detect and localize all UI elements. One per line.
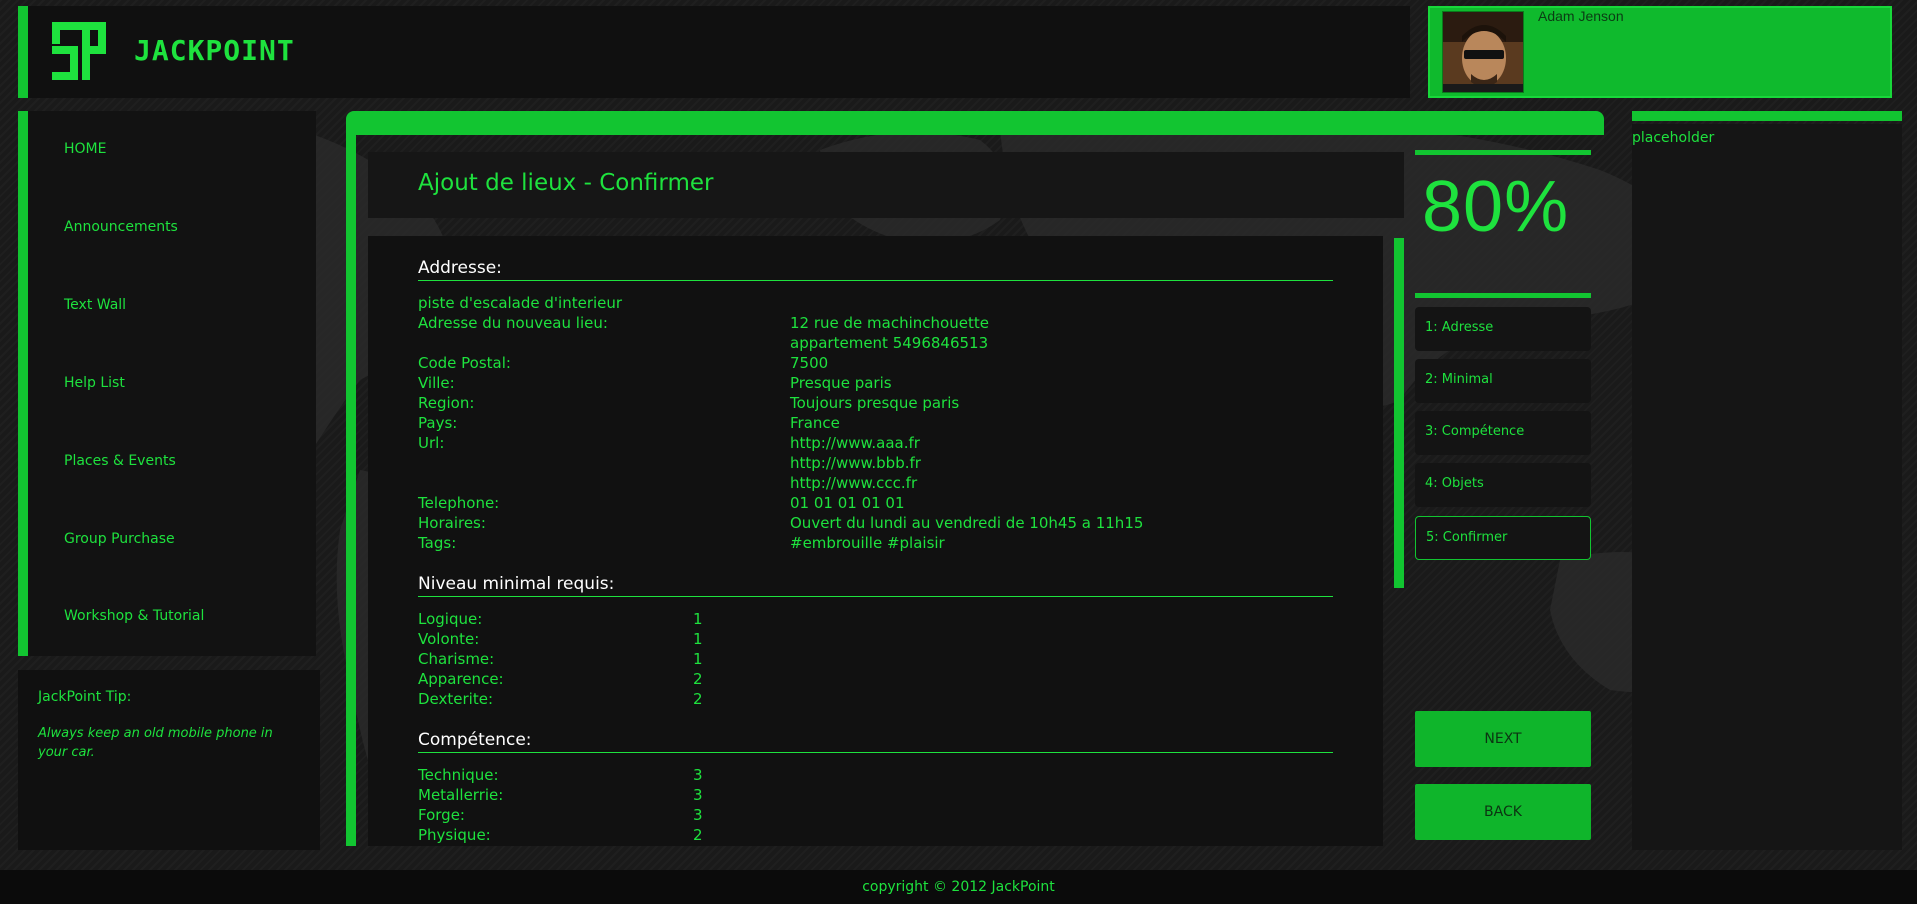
- field-label: Url:: [418, 434, 445, 452]
- right-column: [1632, 124, 1902, 850]
- back-button[interactable]: BACK: [1415, 784, 1591, 840]
- field-value: appartement 5496846513: [790, 334, 989, 352]
- section-title-niveau: Niveau minimal requis:: [418, 574, 1333, 597]
- copyright-text: copyright © 2012 JackPoint: [862, 879, 1055, 895]
- sidebar-item-workshop-tutorial[interactable]: Workshop & Tutorial: [64, 608, 204, 624]
- field-value: 1: [693, 650, 703, 668]
- field-value: 12 rue de machinchouette: [790, 314, 989, 332]
- sidebar-item-announcements[interactable]: Announcements: [64, 219, 178, 235]
- right-column-top-bar: [1632, 111, 1902, 121]
- field-label: Apparence:: [418, 670, 504, 688]
- jackpoint-logo-icon[interactable]: [52, 22, 106, 80]
- field-label: Logique:: [418, 610, 483, 628]
- avatar-portrait-icon: [1443, 12, 1523, 92]
- field-label: Volonte:: [418, 630, 480, 648]
- field-label: Technique:: [418, 766, 499, 784]
- field-value: France: [790, 414, 840, 432]
- field-label: Forge:: [418, 806, 465, 824]
- logo-text[interactable]: JACKPOINT: [134, 34, 295, 67]
- sidebar-nav: HOME Announcements Text Wall Help List P…: [18, 111, 316, 656]
- avatar[interactable]: [1442, 11, 1524, 93]
- confirmation-content[interactable]: Addresse: piste d'escalade d'interieur A…: [368, 236, 1383, 846]
- field-value: 01 01 01 01 01: [790, 494, 905, 512]
- tip-title: JackPoint Tip:: [38, 689, 132, 705]
- placeholder-text: placeholder: [1632, 130, 1715, 146]
- field-value: 3: [693, 766, 703, 784]
- field-label: Dexterite:: [418, 690, 493, 708]
- step-confirmer[interactable]: 5: Confirmer: [1415, 516, 1591, 560]
- step-objets[interactable]: 4: Objets: [1415, 463, 1591, 507]
- field-value: Toujours presque paris: [790, 394, 960, 412]
- url-link[interactable]: http://www.ccc.fr: [790, 474, 917, 492]
- progress-rule-bottom: [1415, 293, 1591, 298]
- field-value: 7500: [790, 354, 829, 372]
- field-label: Pays:: [418, 414, 458, 432]
- field-label: Ville:: [418, 374, 455, 392]
- field-value: 1: [693, 630, 703, 648]
- url-link[interactable]: http://www.bbb.fr: [790, 454, 921, 472]
- field-label: Metallerrie:: [418, 786, 504, 804]
- content-scrollbar[interactable]: [1394, 238, 1404, 588]
- page-title: Ajout de lieux - Confirmer: [418, 170, 714, 196]
- step-minimal[interactable]: 2: Minimal: [1415, 359, 1591, 403]
- url-link[interactable]: http://www.aaa.fr: [790, 434, 920, 452]
- field-value: 2: [693, 670, 703, 688]
- field-label: Code Postal:: [418, 354, 511, 372]
- step-competence[interactable]: 3: Compétence: [1415, 411, 1591, 455]
- field-value: Ouvert du lundi au vendredi de 10h45 a 1…: [790, 514, 1144, 532]
- sidebar-item-places-events[interactable]: Places & Events: [64, 453, 176, 469]
- field-value: 3: [693, 806, 703, 824]
- user-name[interactable]: Adam Jenson: [1538, 8, 1624, 24]
- place-name: piste d'escalade d'interieur: [418, 294, 623, 312]
- field-value: 1: [693, 610, 703, 628]
- step-adresse[interactable]: 1: Adresse: [1415, 307, 1591, 351]
- sidebar-item-help-list[interactable]: Help List: [64, 375, 125, 391]
- sidebar-item-home[interactable]: HOME: [64, 141, 106, 157]
- field-label: Charisme:: [418, 650, 495, 668]
- progress-percent: 80%: [1422, 167, 1570, 247]
- field-label: Telephone:: [418, 494, 500, 512]
- field-label: Horaires:: [418, 514, 486, 532]
- field-value: 2: [693, 826, 703, 844]
- sidebar-item-text-wall[interactable]: Text Wall: [64, 297, 126, 313]
- field-value: #embrouille #plaisir: [790, 534, 945, 552]
- field-label: Physique:: [418, 826, 491, 844]
- field-value: Presque paris: [790, 374, 892, 392]
- section-title-competence: Compétence:: [418, 730, 1333, 753]
- section-title-address: Addresse:: [418, 258, 1333, 281]
- main-panel-top-bar: [346, 111, 1604, 135]
- field-label: Region:: [418, 394, 475, 412]
- field-label: Tags:: [418, 534, 457, 552]
- next-button[interactable]: NEXT: [1415, 711, 1591, 767]
- sidebar-item-group-purchase[interactable]: Group Purchase: [64, 531, 175, 547]
- field-value: 2: [693, 690, 703, 708]
- field-value: 3: [693, 786, 703, 804]
- field-label: Adresse du nouveau lieu:: [418, 314, 608, 332]
- progress-rule-top: [1415, 150, 1591, 155]
- tip-body: Always keep an old mobile phone in your …: [38, 726, 273, 760]
- main-panel-left-bar: [346, 130, 356, 846]
